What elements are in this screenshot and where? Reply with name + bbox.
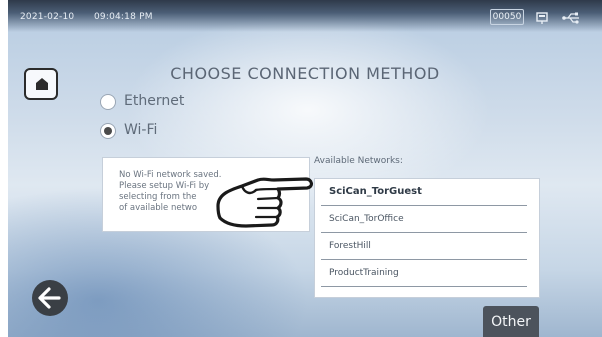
cycle-counter: 00050 bbox=[490, 9, 524, 25]
message-line: Please setup Wi-Fi by bbox=[119, 181, 210, 191]
network-item-producttraining[interactable]: ProductTraining bbox=[321, 260, 527, 287]
network-item-scican-torguest[interactable]: SciCan_TorGuest bbox=[321, 179, 527, 206]
device-screen: 2021-02-10 09:04:18 PM 00050 CHOOSE CONN… bbox=[8, 0, 602, 337]
network-list: SciCan_TorGuest SciCan_TorOffice ForestH… bbox=[314, 178, 540, 298]
wifi-label: Wi-Fi bbox=[124, 122, 158, 138]
network-name: ProductTraining bbox=[329, 268, 399, 278]
message-line: No Wi-Fi network saved. bbox=[119, 170, 222, 180]
available-networks-heading: Available Networks: bbox=[314, 156, 403, 166]
network-item-scican-toroffice[interactable]: SciCan_TorOffice bbox=[321, 206, 527, 233]
status-time: 09:04:18 PM bbox=[94, 12, 153, 22]
network-name: SciCan_TorGuest bbox=[329, 186, 422, 197]
other-network-button[interactable]: Other bbox=[483, 306, 539, 337]
usb-icon bbox=[561, 10, 581, 24]
back-arrow-icon bbox=[38, 287, 61, 309]
network-name: ForestHill bbox=[329, 241, 371, 251]
network-item-foresthill[interactable]: ForestHill bbox=[321, 233, 527, 260]
ethernet-radio[interactable] bbox=[100, 94, 116, 110]
message-line: selecting from the bbox=[119, 192, 197, 202]
back-button[interactable] bbox=[32, 280, 68, 316]
display-icon bbox=[535, 10, 549, 24]
wifi-radio[interactable] bbox=[100, 123, 116, 139]
ethernet-label: Ethernet bbox=[124, 93, 185, 109]
network-name: SciCan_TorOffice bbox=[329, 214, 404, 224]
status-date: 2021-02-10 bbox=[20, 12, 75, 22]
status-bar: 2021-02-10 09:04:18 PM 00050 bbox=[8, 0, 602, 32]
pointing-hand-icon bbox=[208, 168, 318, 242]
message-line: of available netwo bbox=[119, 203, 198, 213]
page-title: CHOOSE CONNECTION METHOD bbox=[170, 64, 440, 83]
